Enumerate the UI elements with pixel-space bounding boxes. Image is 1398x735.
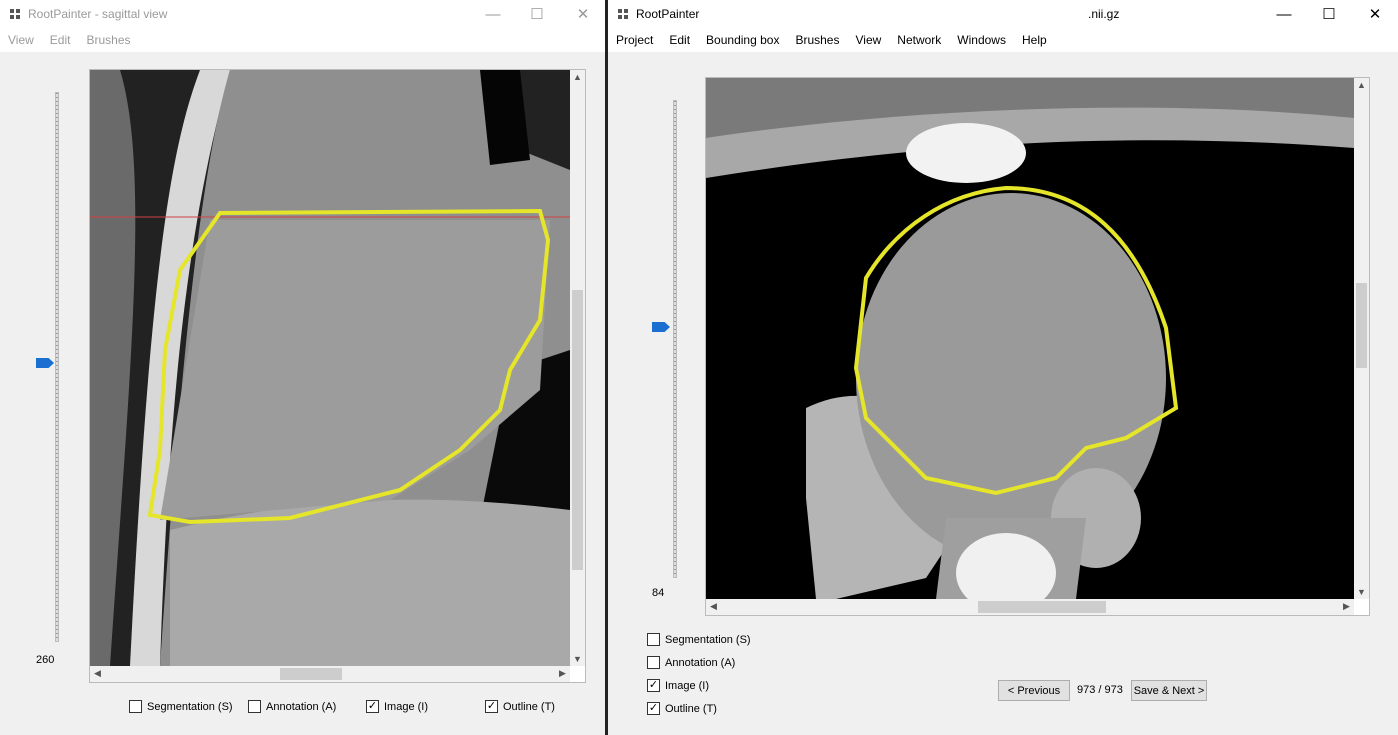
window-title: RootPainter: [636, 7, 700, 21]
horizontal-scrollbar[interactable]: ◀ ▶: [706, 599, 1354, 615]
slice-slider[interactable]: [673, 100, 677, 578]
slice-value: 260: [36, 654, 55, 666]
slider-handle[interactable]: [652, 322, 670, 332]
menu-help[interactable]: Help: [1014, 33, 1055, 47]
scroll-left-icon[interactable]: ◀: [90, 668, 105, 679]
menu-view[interactable]: View: [0, 33, 42, 47]
menu-bounding-box[interactable]: Bounding box: [698, 33, 787, 47]
menu-project[interactable]: Project: [608, 33, 661, 47]
app-icon: [618, 9, 628, 19]
minimize-button[interactable]: —: [470, 0, 516, 28]
scrollbar-thumb[interactable]: [572, 290, 583, 570]
segmentation-checkbox[interactable]: Segmentation (S): [129, 700, 233, 713]
axial-ct-image: [706, 78, 1354, 599]
segmentation-checkbox[interactable]: Segmentation (S): [647, 633, 751, 646]
scroll-down-icon[interactable]: ▼: [1354, 587, 1369, 597]
file-name: .nii.gz: [1088, 7, 1120, 21]
outline-checkbox[interactable]: ✓ Outline (T): [485, 700, 555, 713]
image-counter: 973 / 973: [1077, 684, 1123, 696]
menu-windows[interactable]: Windows: [949, 33, 1014, 47]
sagittal-window: RootPainter - sagittal view — ☐ ✕ View E…: [0, 0, 605, 735]
menu-edit[interactable]: Edit: [42, 33, 79, 47]
sagittal-ct-image: [90, 70, 570, 666]
scroll-right-icon[interactable]: ▶: [555, 668, 570, 679]
scrollbar-thumb[interactable]: [280, 668, 342, 680]
vertical-scrollbar[interactable]: ▲ ▼: [570, 70, 585, 666]
menu-brushes[interactable]: Brushes: [78, 33, 138, 47]
slider-handle[interactable]: [36, 358, 54, 368]
sagittal-image-view[interactable]: ▲ ▼ ◀ ▶: [89, 69, 586, 683]
scrollbar-thumb[interactable]: [978, 601, 1106, 613]
vertical-scrollbar[interactable]: ▲ ▼: [1354, 78, 1369, 599]
menu-network[interactable]: Network: [889, 33, 949, 47]
image-checkbox[interactable]: ✓ Image (I): [647, 679, 709, 692]
slice-value: 84: [652, 587, 665, 599]
scroll-left-icon[interactable]: ◀: [706, 601, 721, 612]
previous-button[interactable]: < Previous: [998, 680, 1070, 701]
menu-brushes[interactable]: Brushes: [787, 33, 847, 47]
outline-checkbox[interactable]: ✓ Outline (T): [647, 702, 717, 715]
maximize-button[interactable]: ☐: [514, 0, 560, 28]
menu-bar: View Edit Brushes: [0, 28, 605, 52]
image-checkbox[interactable]: ✓ Image (I): [366, 700, 428, 713]
scroll-right-icon[interactable]: ▶: [1339, 601, 1354, 612]
app-icon: [10, 9, 20, 19]
annotation-checkbox[interactable]: Annotation (A): [248, 700, 336, 713]
close-button[interactable]: ✕: [560, 0, 606, 28]
close-button[interactable]: ✕: [1352, 0, 1398, 28]
horizontal-scrollbar[interactable]: ◀ ▶: [90, 666, 570, 682]
maximize-button[interactable]: ☐: [1306, 0, 1352, 28]
title-bar: RootPainter - sagittal view — ☐ ✕: [0, 0, 605, 28]
menu-bar: Project Edit Bounding box Brushes View N…: [608, 28, 1398, 52]
main-window: RootPainter .nii.gz — ☐ ✕ Project Edit B…: [608, 0, 1398, 735]
minimize-button[interactable]: —: [1261, 0, 1307, 28]
scroll-up-icon[interactable]: ▲: [1354, 80, 1369, 90]
scrollbar-thumb[interactable]: [1356, 283, 1367, 368]
slice-slider[interactable]: [55, 92, 59, 642]
scroll-down-icon[interactable]: ▼: [570, 654, 585, 664]
axial-image-view[interactable]: ▲ ▼ ◀ ▶: [705, 77, 1370, 616]
scroll-up-icon[interactable]: ▲: [570, 72, 585, 82]
title-bar: RootPainter .nii.gz — ☐ ✕: [608, 0, 1398, 28]
menu-edit[interactable]: Edit: [661, 33, 698, 47]
window-title: RootPainter - sagittal view: [28, 7, 168, 21]
save-next-button[interactable]: Save & Next >: [1131, 680, 1207, 701]
menu-view[interactable]: View: [847, 33, 889, 47]
annotation-checkbox[interactable]: Annotation (A): [647, 656, 735, 669]
